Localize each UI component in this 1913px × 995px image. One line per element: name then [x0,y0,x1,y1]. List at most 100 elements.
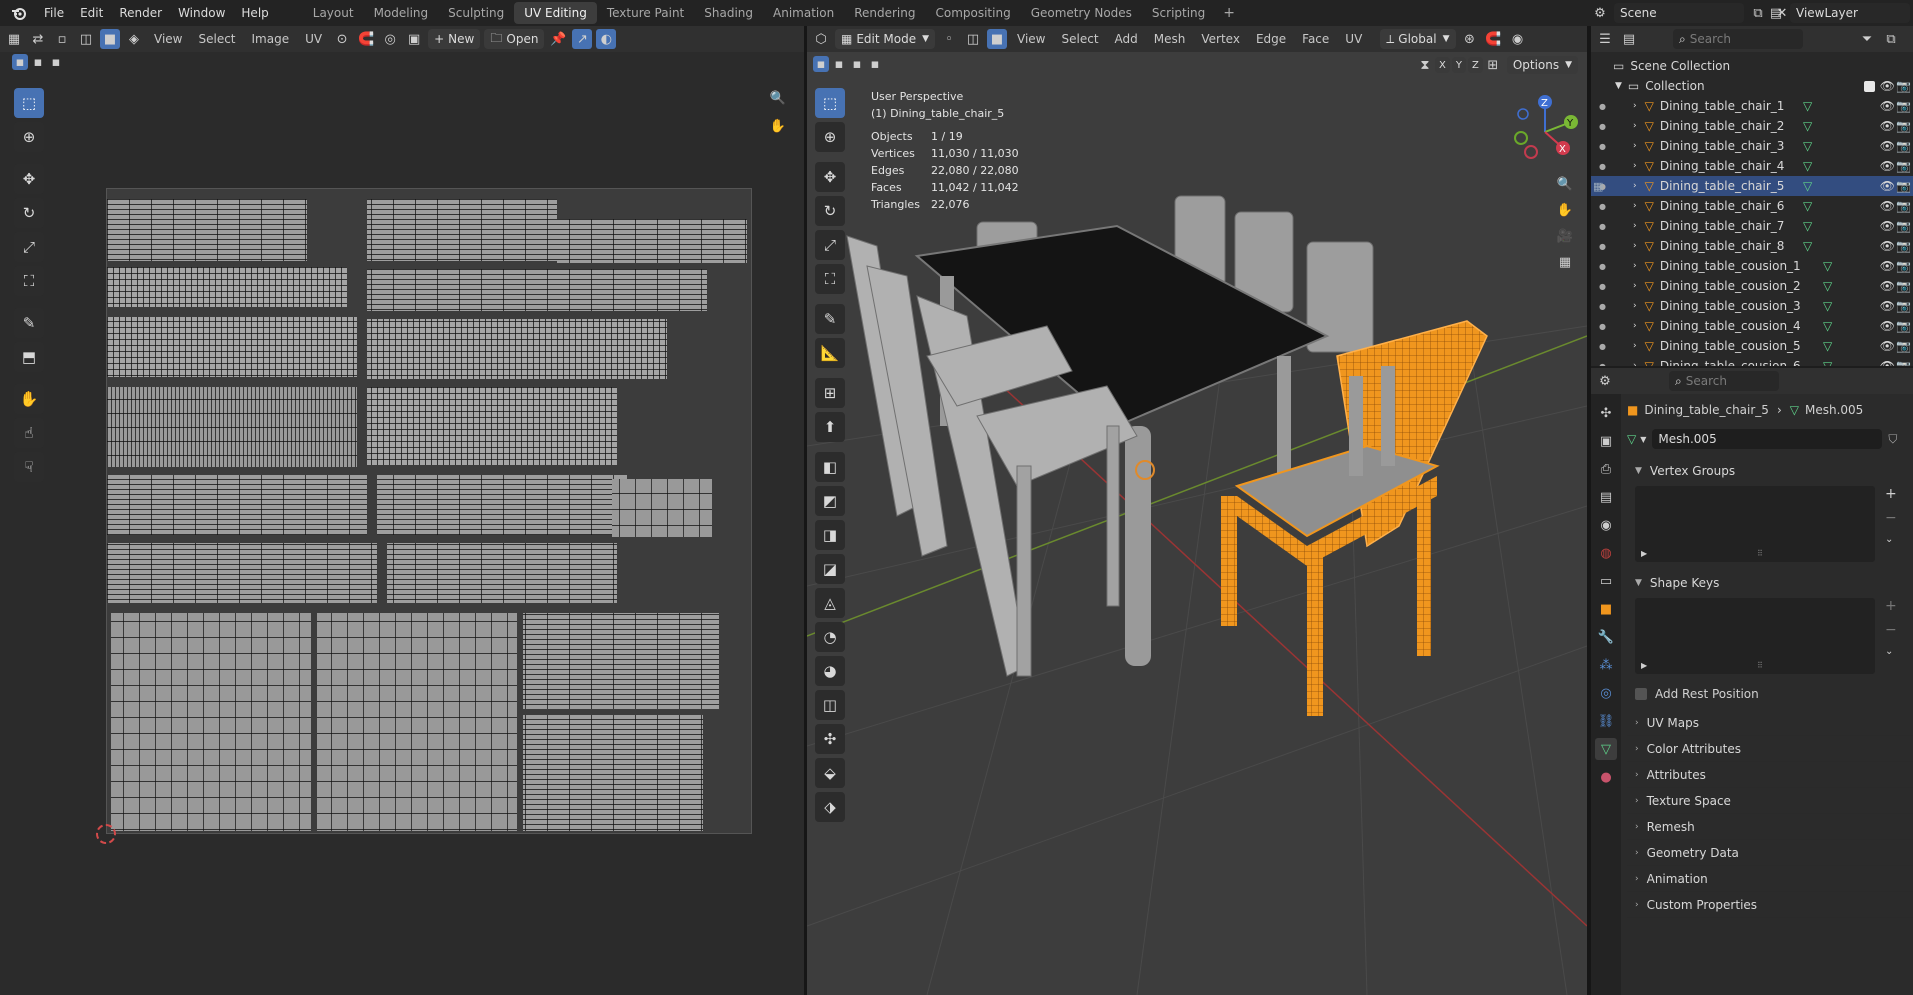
tab-layout[interactable]: Layout [303,2,364,24]
camera-icon[interactable]: 📷 [1896,239,1911,253]
rotate-tool-icon[interactable]: ↻ [815,196,845,226]
panel-color-attributes[interactable]: › Color Attributes [1627,736,1913,762]
add-cube-tool-icon[interactable]: ⊞ [815,378,845,408]
fake-user-shield-icon[interactable]: ⛉ [1888,432,1897,447]
outliner-item[interactable]: ● › ▽ Dining_table_cousion_6 ▽ 👁 📷 [1591,356,1913,366]
shear-tool-icon[interactable]: ⬙ [815,758,845,788]
outliner-item[interactable]: ● › ▽ Dining_table_cousion_2 ▽ 👁 📷 [1591,276,1913,296]
tab-compositing[interactable]: Compositing [925,2,1020,24]
data-tab-icon[interactable]: ▽ [1595,738,1617,760]
invert-selection-icon[interactable]: ▪ [867,56,883,72]
menu-edit[interactable]: Edit [72,0,111,26]
eye-icon[interactable]: 👁 [1880,359,1895,366]
uv-menu-select[interactable]: Select [192,32,241,46]
scene-collection-row[interactable]: ▭ Scene Collection [1591,56,1913,76]
shrink-fatten-tool-icon[interactable]: ✣ [815,724,845,754]
output-tab-icon[interactable]: ⎙ [1595,458,1617,480]
outliner-item[interactable]: ● ▦ › ▽ Dining_table_chair_5 ▽ 👁 📷 [1591,176,1913,196]
grab-tool-icon[interactable]: ✋ [14,384,44,414]
expand-chevron-icon[interactable]: › [1633,321,1637,331]
new-collection-icon[interactable]: ⧉ [1881,29,1901,49]
pan-hand-icon[interactable]: ✋ [768,116,788,136]
world-tab-icon[interactable]: ◍ [1595,542,1617,564]
visibility-dot-icon[interactable]: ● [1599,302,1606,311]
extrude-tool-icon[interactable]: ⬆ [815,412,845,442]
panel-custom-properties[interactable]: › Custom Properties [1627,892,1913,918]
object-tab-icon[interactable]: ■ [1595,598,1617,620]
edit-mode-indicator-icon[interactable]: ▦ [1593,180,1603,193]
new-selection-icon[interactable]: ▪ [12,54,28,70]
navigation-gizmo[interactable]: Z Y X [1507,94,1583,170]
outliner-item[interactable]: ● › ▽ Dining_table_chair_4 ▽ 👁 📷 [1591,156,1913,176]
uv-menu-image[interactable]: Image [246,32,296,46]
move-tool-icon[interactable]: ✥ [815,162,845,192]
measure-tool-icon[interactable]: 📐 [815,338,845,368]
add-vertex-group-icon[interactable]: + [1885,486,1897,502]
menu-vertex[interactable]: Vertex [1195,32,1246,46]
remove-vertex-group-icon[interactable]: − [1885,510,1897,526]
mirror-y-toggle[interactable]: Y [1451,57,1466,73]
expand-filter-icon[interactable]: ▶ [1641,661,1647,670]
panel-animation[interactable]: › Animation [1627,866,1913,892]
expand-chevron-icon[interactable]: › [1633,181,1637,191]
move-tool-icon[interactable]: ✥ [14,164,44,194]
add-shape-key-icon[interactable]: + [1885,598,1897,614]
outliner-item[interactable]: ● › ▽ Dining_table_chair_1 ▽ 👁 📷 [1591,96,1913,116]
outliner-item[interactable]: ● › ▽ Dining_table_chair_8 ▽ 👁 📷 [1591,236,1913,256]
2d-cursor-icon[interactable] [96,824,116,844]
particles-tab-icon[interactable]: ⁂ [1595,654,1617,676]
outliner-item[interactable]: ● › ▽ Dining_table_cousion_3 ▽ 👁 📷 [1591,296,1913,316]
panel-texture-space[interactable]: › Texture Space [1627,788,1913,814]
tab-shading[interactable]: Shading [694,2,763,24]
eye-icon[interactable]: 👁 [1880,179,1895,193]
annotate-tool-icon[interactable]: ✎ [14,308,44,338]
mirror-x-toggle[interactable]: X [1435,57,1450,73]
select-box-tool-icon[interactable]: ⬚ [815,88,845,118]
zoom-icon[interactable]: 🔍 [1555,174,1575,194]
eye-icon[interactable]: 👁 [1880,159,1895,173]
expand-chevron-icon[interactable]: › [1633,261,1637,271]
mode-dropdown[interactable]: ▦ Edit Mode ▼ [835,29,936,49]
vertex-groups-list[interactable]: ▶ ⠿ [1635,486,1875,562]
editor-type-icon[interactable]: ▦ [4,29,24,49]
expand-chevron-icon[interactable]: › [1633,201,1637,211]
editor-type-icon[interactable]: ⬡ [811,29,831,49]
options-dropdown[interactable]: Options ▼ [1506,56,1579,74]
visibility-dot-icon[interactable]: ● [1599,282,1606,291]
outliner-item[interactable]: ● › ▽ Dining_table_chair_3 ▽ 👁 📷 [1591,136,1913,156]
vertex-select-icon[interactable]: ▫ [52,29,72,49]
expand-chevron-icon[interactable]: › [1633,341,1637,351]
visibility-dot-icon[interactable]: ● [1599,322,1606,331]
extend-selection-icon[interactable]: ▪ [30,54,46,70]
visibility-dot-icon[interactable]: ● [1599,262,1606,271]
rip-tool-icon[interactable]: ⬗ [815,792,845,822]
menu-mesh[interactable]: Mesh [1148,32,1192,46]
tab-texture-paint[interactable]: Texture Paint [597,2,694,24]
expand-chevron-icon[interactable]: › [1633,141,1637,151]
camera-icon[interactable]: 📷 [1896,359,1911,366]
mesh-data-icon[interactable]: ▽ [1803,199,1812,213]
menu-render[interactable]: Render [111,0,170,26]
subtract-selection-icon[interactable]: ▪ [48,54,64,70]
knife-tool-icon[interactable]: ◪ [815,554,845,584]
mesh-data-icon[interactable]: ▽ [1803,139,1812,153]
orientation-dropdown[interactable]: ⟂ Global ▼ [1380,29,1456,49]
add-rest-position-checkbox[interactable] [1635,688,1647,700]
outliner-item[interactable]: ● › ▽ Dining_table_cousion_5 ▽ 👁 📷 [1591,336,1913,356]
menu-face[interactable]: Face [1296,32,1335,46]
visibility-dot-icon[interactable]: ● [1599,102,1606,111]
mesh-data-icon[interactable]: ▽ [1627,432,1636,446]
transform-tool-icon[interactable]: ⛶ [815,264,845,294]
collection-tab-icon[interactable]: ▭ [1595,570,1617,592]
mesh-data-icon[interactable]: ▽ [1803,239,1812,253]
eye-icon[interactable]: 👁 [1880,259,1895,273]
eye-icon[interactable]: 👁 [1880,119,1895,133]
cursor-tool-icon[interactable]: ⊕ [815,122,845,152]
resize-handle-icon[interactable]: ⠿ [1757,661,1763,670]
mesh-data-icon[interactable]: ▽ [1823,259,1832,273]
gizmo-toggle-icon[interactable]: ↗ [572,29,593,49]
expand-chevron-icon[interactable]: › [1633,361,1637,366]
view-layer-tab-icon[interactable]: ▤ [1595,486,1617,508]
ortho-toggle-icon[interactable]: ▦ [1555,252,1575,272]
render-tab-icon[interactable]: ▣ [1595,430,1617,452]
